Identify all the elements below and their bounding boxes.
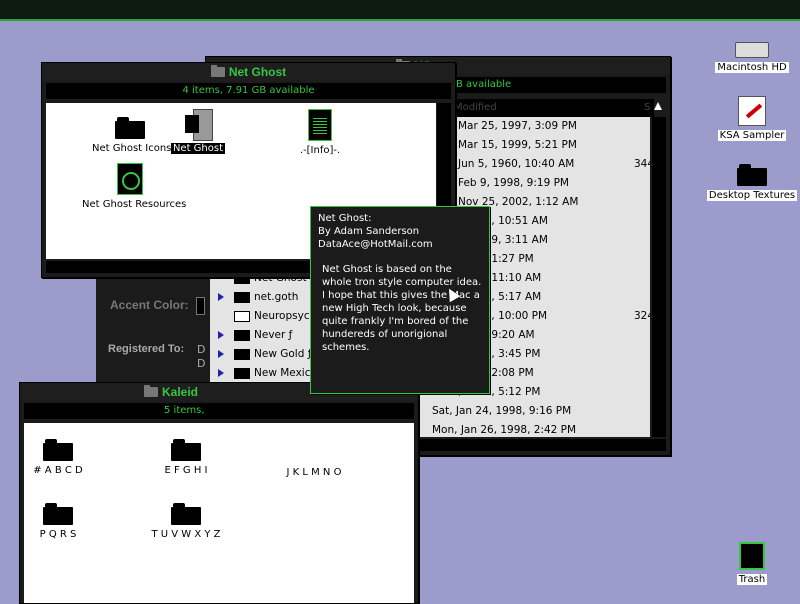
menu-bar[interactable] — [0, 0, 800, 21]
text-document-icon — [308, 109, 332, 141]
trash-icon — [739, 542, 765, 570]
row-name: net.goth — [254, 291, 299, 303]
folder-icon — [43, 439, 73, 461]
folder-icon — [171, 439, 201, 461]
balloon-line-2: By Adam Sanderson — [318, 226, 420, 237]
row-date: Sat, Jan 24, 1998, 9:16 PM — [432, 405, 572, 417]
vertical-scrollbar[interactable] — [652, 117, 666, 437]
item-label: Net Ghost — [170, 143, 226, 154]
row-size: 324 — [634, 310, 650, 322]
desktop-icon-ksa-sampler[interactable]: KSA Sampler — [706, 96, 798, 141]
desktop-icon-macintosh-hd[interactable]: Macintosh HD — [706, 42, 798, 73]
item-label: Net Ghost Icons — [92, 143, 172, 154]
window-title-bar[interactable]: Net Ghost — [42, 63, 455, 81]
balloon-body: Net Ghost is based on the whole tron sty… — [322, 264, 482, 353]
folder-icon — [234, 368, 250, 379]
folder-item-pqrs[interactable]: P Q R S — [28, 503, 88, 540]
desktop-icon-label: Desktop Textures — [706, 190, 798, 201]
row-date: Mar 15, 1999, 5:21 PM — [458, 139, 577, 151]
desktop-icon-trash[interactable]: Trash — [706, 542, 798, 585]
folder-label: T U V W X Y Z — [151, 529, 221, 540]
scroll-up-arrow[interactable] — [654, 102, 662, 110]
item-net-ghost-icons[interactable]: Net Ghost Icons — [90, 117, 172, 154]
settings-panel-bg — [96, 276, 208, 386]
folder-icon — [234, 349, 250, 360]
folder-icon — [234, 311, 250, 322]
row-date: Jun 5, 1960, 10:40 AM — [458, 158, 575, 170]
column-header-modified[interactable]: Modified — [454, 99, 644, 117]
row-size: 344 — [634, 158, 650, 170]
column-header-size[interactable]: S — [644, 99, 654, 117]
window-title: Net Ghost — [228, 65, 287, 79]
kaleid-window[interactable]: Kaleid 5 items, # A B C D E F G H I J K … — [19, 382, 419, 604]
folder-label: P Q R S — [39, 529, 77, 540]
folder-icon — [171, 503, 201, 525]
window-title: Kaleid — [162, 385, 199, 399]
folder-icon — [234, 330, 250, 341]
registered-to-value-1: D — [197, 343, 206, 356]
window-info-bar: 4 items, 7.91 GB available — [46, 83, 451, 99]
row-name: Neuropsych — [254, 310, 317, 322]
desktop-icon-label: Trash — [736, 574, 768, 585]
folder-icon — [43, 503, 73, 525]
balloon-line-1: Net Ghost: — [318, 213, 372, 224]
item-net-ghost-resources[interactable]: Net Ghost Resources — [80, 163, 186, 210]
row-date: Mar 25, 1997, 3:09 PM — [458, 120, 577, 132]
accent-color-swatch[interactable] — [196, 297, 205, 315]
folder-icon — [210, 65, 225, 77]
folder-icon — [274, 439, 354, 463]
document-pencil-icon — [738, 96, 766, 126]
desktop-icon-label: Macintosh HD — [715, 62, 789, 73]
folder-icon — [737, 164, 767, 186]
row-date: Mon, Jan 26, 1998, 2:42 PM — [432, 424, 577, 436]
resources-folder-icon — [117, 163, 143, 195]
registered-to-label: Registered To: — [108, 343, 185, 355]
hard-disk-icon — [735, 42, 769, 58]
disclosure-triangle-icon[interactable] — [218, 369, 224, 377]
registered-to-value-2: D — [197, 357, 206, 370]
help-balloon: Net Ghost: By Adam Sanderson DataAce@Hot… — [310, 206, 490, 394]
row-name: New Mexico — [254, 367, 317, 379]
app-icon — [183, 109, 213, 141]
desktop-icon-label: KSA Sampler — [717, 130, 787, 141]
disclosure-triangle-icon[interactable] — [218, 350, 224, 358]
disclosure-triangle-icon[interactable] — [218, 293, 224, 301]
folder-item-tuvwxyz[interactable]: T U V W X Y Z — [144, 503, 228, 540]
folder-label: E F G H I — [164, 465, 208, 476]
folder-item-abcd[interactable]: # A B C D — [28, 439, 88, 476]
window-info-bar: 5 items, — [24, 403, 414, 419]
folder-label: # A B C D — [33, 465, 83, 476]
folder-label: J K L M N O — [286, 467, 342, 478]
folder-icon — [115, 117, 145, 139]
row-name: New Gold ƒ — [254, 348, 312, 360]
folder-icon — [234, 292, 250, 303]
accent-color-label: Accent Color: — [110, 298, 189, 312]
desktop-icon-desktop-textures[interactable]: Desktop Textures — [706, 164, 798, 201]
row-name: Never ƒ — [254, 329, 293, 341]
folder-item-efghi[interactable]: E F G H I — [156, 439, 216, 476]
folder-item-jklmno[interactable]: J K L M N O — [274, 439, 354, 478]
folder-icon — [144, 385, 158, 397]
balloon-line-3: DataAce@HotMail.com — [318, 239, 433, 250]
row-date: Feb 9, 1998, 9:19 PM — [458, 177, 569, 189]
item-info[interactable]: .-[Info]-. — [282, 109, 358, 156]
disclosure-triangle-icon[interactable] — [218, 331, 224, 339]
item-net-ghost[interactable]: Net Ghost — [170, 109, 226, 154]
item-label: .-[Info]-. — [299, 145, 341, 156]
item-label: Net Ghost Resources — [82, 199, 187, 210]
